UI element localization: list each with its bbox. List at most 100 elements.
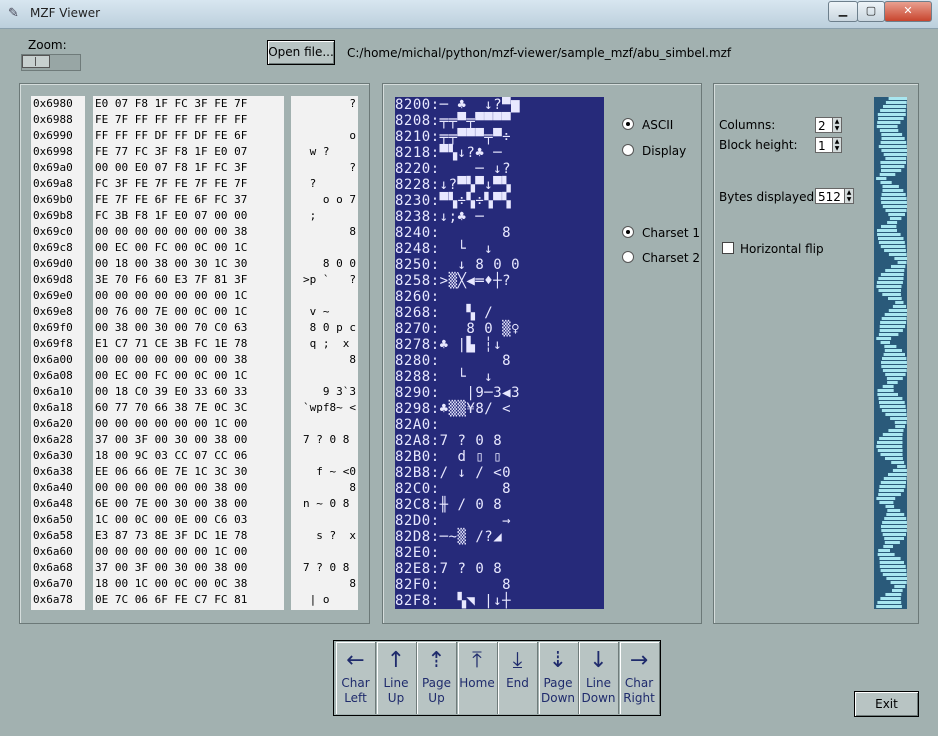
preview-pixel-run — [877, 113, 906, 116]
preview-pixel-run — [882, 385, 894, 388]
checkbox-box[interactable] — [722, 242, 734, 254]
preview-pixel-run — [880, 161, 906, 164]
preview-pixel-run — [878, 237, 904, 240]
preview-pixel-run — [881, 201, 907, 204]
display-row: 8278:♣ |▙ ┆↓ — [395, 337, 512, 353]
ascii-row — [291, 240, 356, 256]
display-radio-dot[interactable] — [622, 144, 634, 156]
display-row: 8200:─ ♣ ↓?▀▆ — [395, 97, 521, 113]
charset-1-radio-dot[interactable] — [622, 226, 634, 238]
preview-pixel-run — [880, 273, 904, 276]
preview-pixel-run — [892, 589, 903, 592]
display-row: 8230:▀▚÷▚÷▚▀▚ — [395, 193, 512, 209]
preview-pixel-run — [877, 553, 895, 556]
hex-bytes-row: 00 00 00 00 00 00 38 00 — [95, 481, 248, 494]
hex-bytes-row: 18 00 1C 00 0C 00 0C 38 — [95, 577, 248, 590]
open-file-button[interactable]: Open file... — [267, 40, 335, 65]
char-left-button[interactable]: ← Char Left — [336, 642, 376, 714]
exit-button[interactable]: Exit — [854, 691, 919, 717]
hex-bytes-row: E3 87 73 8E 3F DC 1E 78 — [95, 529, 248, 542]
home-button[interactable]: ⤒ Home — [457, 642, 498, 714]
preview-pixel-run — [881, 529, 907, 532]
hex-bytes-row: 00 00 E0 07 F8 1F FC 3F — [95, 161, 248, 174]
preview-pixel-run — [885, 505, 895, 508]
preview-pixel-run — [883, 545, 893, 548]
charset-2-radio-dot[interactable] — [622, 251, 634, 263]
hex-bytes-row: 00 00 00 00 00 00 1C 00 — [95, 545, 248, 558]
charset-1-label: Charset 1 — [642, 226, 701, 240]
preview-pixel-run — [895, 425, 905, 428]
address-row: 0x69c8 — [33, 241, 73, 254]
preview-pixel-run — [881, 149, 907, 152]
address-column: 0x6980 0x6988 0x6990 0x6998 0x69a0 0x69a8 0x69… — [31, 96, 85, 610]
horizontal-flip-checkbox[interactable]: Horizontal flip — [722, 242, 824, 256]
preview-pixel-run — [884, 313, 907, 316]
hex-bytes-row: FE 77 FC 3F F8 1F E0 07 — [95, 145, 248, 158]
close-button[interactable]: ✕ — [884, 1, 932, 22]
address-row: 0x6a08 — [33, 369, 73, 382]
hex-bytes-row: E0 07 F8 1F FC 3F FE 7F — [95, 97, 248, 110]
zoom-slider-thumb[interactable] — [22, 55, 50, 68]
preview-pixel-run — [880, 109, 906, 112]
maximize-button[interactable]: ▢ — [857, 1, 885, 22]
line-up-button[interactable]: ↑ Line Up — [376, 642, 417, 714]
columns-spin-arrows[interactable]: ▲ ▼ — [832, 117, 842, 133]
address-row: 0x69f0 — [33, 321, 73, 334]
preview-pixel-run — [881, 169, 902, 172]
page-up-button[interactable]: ⇡ Page Up — [417, 642, 457, 714]
ascii-row: 8 — [303, 225, 356, 238]
preview-pixel-run — [878, 145, 907, 148]
window-title: MZF Viewer — [30, 6, 101, 20]
ascii-radio-dot[interactable] — [622, 118, 634, 130]
address-row: 0x69d8 — [33, 273, 73, 286]
preview-pixel-run — [881, 225, 897, 228]
display-row: 8240: 8 — [395, 225, 512, 241]
bytes-displayed-spin-arrows[interactable]: ▲ ▼ — [844, 188, 854, 204]
preview-pixel-run — [881, 361, 907, 364]
address-row: 0x6a58 — [33, 529, 73, 542]
preview-pixel-run — [888, 297, 902, 300]
page-down-button[interactable]: ⇣ Page Down — [538, 642, 579, 714]
bytes-displayed-spinbox[interactable]: 512 — [815, 188, 845, 204]
address-row: 0x69d0 — [33, 257, 73, 270]
hex-bytes-row: 37 00 3F 00 30 00 38 00 — [95, 433, 248, 446]
preview-pixel-run — [885, 457, 903, 460]
display-row: 8258:>▒╳◀═♦┼? — [395, 273, 512, 289]
end-button[interactable]: ⤓ End — [498, 642, 538, 714]
preview-pixel-run — [888, 97, 907, 100]
preview-pixel-run — [894, 421, 907, 424]
preview-pixel-run — [881, 137, 905, 140]
line-down-button[interactable]: ↓ Line Down — [579, 642, 619, 714]
charset-2-radio[interactable]: Charset 2 — [622, 251, 700, 265]
display-row: 82A0: — [395, 417, 512, 433]
hex-bytes-row: 00 00 00 00 00 00 00 38 — [95, 353, 248, 366]
address-row: 0x6a00 — [33, 353, 73, 366]
columns-label: Columns: — [719, 118, 776, 132]
minimize-button[interactable]: ▁ — [828, 1, 858, 22]
character-display: 8200:─ ♣ ↓?▀▆ 8208:╤╤▀╤▀▀▀▀ 8210:╤╤▀▀▀╤▀÷ 8… — [395, 97, 604, 609]
preview-pixel-run — [879, 565, 906, 568]
ascii-row: 8 0 0 — [303, 257, 356, 270]
ascii-row: 8 — [303, 481, 356, 494]
display-row: 8208:╤╤▀╤▀▀▀▀ — [395, 113, 512, 129]
block-height-spin-arrows[interactable]: ▲ ▼ — [832, 137, 842, 153]
preview-pixel-run — [877, 393, 898, 396]
hex-bytes-row: 00 18 00 38 00 30 1C 30 — [95, 257, 248, 270]
display-row: 82A8:7 ? 0 8 — [395, 433, 512, 449]
address-row: 0x6980 — [33, 97, 73, 110]
address-row: 0x6a50 — [33, 513, 73, 526]
preview-pixel-run — [882, 205, 907, 208]
address-row: 0x69e8 — [33, 305, 73, 318]
preview-pixel-run — [890, 581, 907, 584]
preview-pixel-run — [880, 141, 907, 144]
display-radio[interactable]: Display — [622, 144, 686, 158]
char-left-label: Char Left — [341, 676, 370, 705]
char-right-button[interactable]: → Char Right — [619, 642, 660, 714]
line-up-label: Line Up — [383, 676, 409, 705]
ascii-radio[interactable]: ASCII — [622, 118, 673, 132]
preview-pixel-run — [876, 285, 902, 288]
preview-pixel-run — [883, 153, 907, 156]
display-row: 82D8:─~▒ /?◢ — [395, 529, 512, 545]
line-down-arrow-icon: ↓ — [589, 648, 608, 673]
charset-1-radio[interactable]: Charset 1 — [622, 226, 700, 240]
